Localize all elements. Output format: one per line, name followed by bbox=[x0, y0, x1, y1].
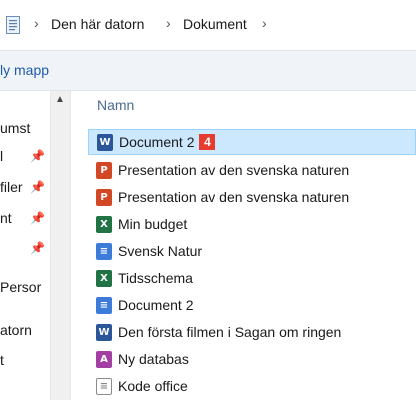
nav-item-network[interactable]: t bbox=[0, 352, 4, 368]
pin-icon: 📌 bbox=[30, 241, 45, 255]
file-row[interactable]: ≡ Document 2 bbox=[88, 292, 416, 318]
nav-item-onedrive-personal[interactable]: Persor bbox=[0, 279, 41, 295]
powerpoint-icon: P bbox=[96, 161, 112, 179]
file-row[interactable]: P Presentation av den svenska naturen bbox=[88, 157, 416, 183]
file-name: Presentation av den svenska naturen bbox=[118, 162, 350, 178]
file-name: Tidsschema bbox=[118, 270, 193, 286]
pin-icon: 📌 bbox=[30, 211, 45, 225]
file-row[interactable]: ≡ Svensk Natur bbox=[88, 238, 416, 264]
google-docs-icon: ≡ bbox=[96, 242, 112, 260]
word-icon: W bbox=[96, 323, 112, 341]
powerpoint-icon: P bbox=[96, 188, 112, 206]
nav-item-this-pc[interactable]: atorn bbox=[0, 322, 32, 338]
file-row[interactable]: W Den första filmen i Sagan om ringen bbox=[88, 319, 416, 345]
file-name: Svensk Natur bbox=[118, 243, 203, 259]
document-folder-icon bbox=[6, 16, 20, 34]
pin-icon: 📌 bbox=[30, 180, 45, 194]
word-icon: W bbox=[97, 133, 113, 151]
file-row[interactable]: X Min budget bbox=[88, 211, 416, 237]
file-name: Document 2 bbox=[118, 297, 194, 313]
new-folder-button[interactable]: ly mapp bbox=[0, 62, 49, 78]
file-name: Ny databas bbox=[118, 351, 189, 367]
pane-divider[interactable] bbox=[70, 91, 71, 400]
breadcrumb-documents[interactable]: Dokument bbox=[183, 16, 247, 32]
google-docs-icon: ≡ bbox=[96, 296, 112, 314]
step-badge: 4 bbox=[199, 134, 216, 150]
file-row[interactable]: X Tidsschema bbox=[88, 265, 416, 291]
file-name: Kode office bbox=[118, 378, 188, 394]
chevron-right-icon[interactable]: › bbox=[262, 15, 267, 31]
scroll-up-icon[interactable]: ▲ bbox=[55, 94, 65, 105]
excel-icon: X bbox=[96, 215, 112, 233]
file-name: Den första filmen i Sagan om ringen bbox=[118, 324, 342, 340]
command-bar: ly mapp bbox=[0, 51, 416, 91]
excel-icon: X bbox=[96, 269, 112, 287]
address-bar[interactable]: › Den här datorn › Dokument › bbox=[0, 0, 416, 51]
file-row[interactable]: ≡ Kode office bbox=[88, 373, 416, 399]
file-name: Min budget bbox=[118, 216, 188, 232]
file-row[interactable]: P Presentation av den svenska naturen bbox=[88, 184, 416, 210]
file-name: Presentation av den svenska naturen bbox=[118, 189, 350, 205]
breadcrumb-this-pc[interactable]: Den här datorn bbox=[51, 16, 144, 32]
nav-item-downloads[interactable]: filer bbox=[0, 179, 23, 195]
nav-item-documents[interactable]: nt bbox=[0, 210, 12, 226]
chevron-right-icon[interactable]: › bbox=[166, 15, 171, 31]
pin-icon: 📌 bbox=[30, 149, 45, 163]
nav-scrollbar[interactable]: ▲ bbox=[50, 91, 71, 400]
column-header-name[interactable]: Namn bbox=[97, 97, 134, 113]
access-icon: A bbox=[96, 350, 112, 368]
nav-item-desktop[interactable]: l bbox=[0, 148, 3, 164]
text-file-icon: ≡ bbox=[96, 377, 112, 395]
file-name: Document 2 bbox=[119, 134, 195, 150]
file-row[interactable]: W Document 2 4 bbox=[88, 129, 416, 155]
file-row[interactable]: A Ny databas bbox=[88, 346, 416, 372]
chevron-right-icon[interactable]: › bbox=[34, 15, 39, 31]
nav-item-quick-access[interactable]: umst bbox=[0, 120, 30, 136]
